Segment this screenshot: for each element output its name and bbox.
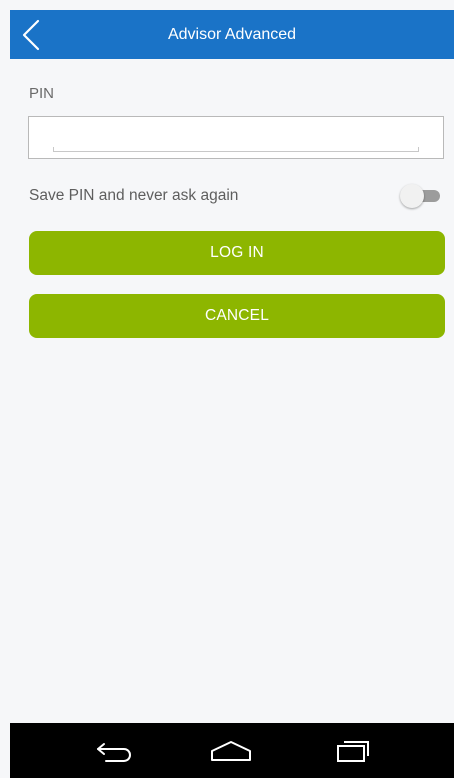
pin-input[interactable] xyxy=(29,117,443,158)
login-form: PIN Save PIN and never ask again LOG IN … xyxy=(10,59,454,723)
back-icon xyxy=(97,742,131,762)
save-pin-row: Save PIN and never ask again xyxy=(29,181,445,211)
recent-apps-icon xyxy=(337,740,369,762)
save-pin-label: Save PIN and never ask again xyxy=(29,187,239,204)
cancel-button[interactable]: CANCEL xyxy=(29,294,445,338)
system-navigation-bar xyxy=(10,723,454,778)
nav-recents-button[interactable] xyxy=(322,723,382,778)
pin-field-container xyxy=(28,116,444,159)
app-bar: Advisor Advanced xyxy=(10,10,454,59)
toggle-thumb xyxy=(400,184,424,208)
chevron-left-icon xyxy=(22,19,40,50)
back-button[interactable] xyxy=(20,10,64,59)
home-icon xyxy=(211,740,251,761)
save-pin-toggle[interactable] xyxy=(400,184,442,208)
page-title: Advisor Advanced xyxy=(167,26,297,43)
nav-home-button[interactable] xyxy=(201,723,261,778)
login-button[interactable]: LOG IN xyxy=(29,231,445,275)
nav-back-button[interactable] xyxy=(84,723,144,778)
pin-label: PIN xyxy=(29,85,55,102)
